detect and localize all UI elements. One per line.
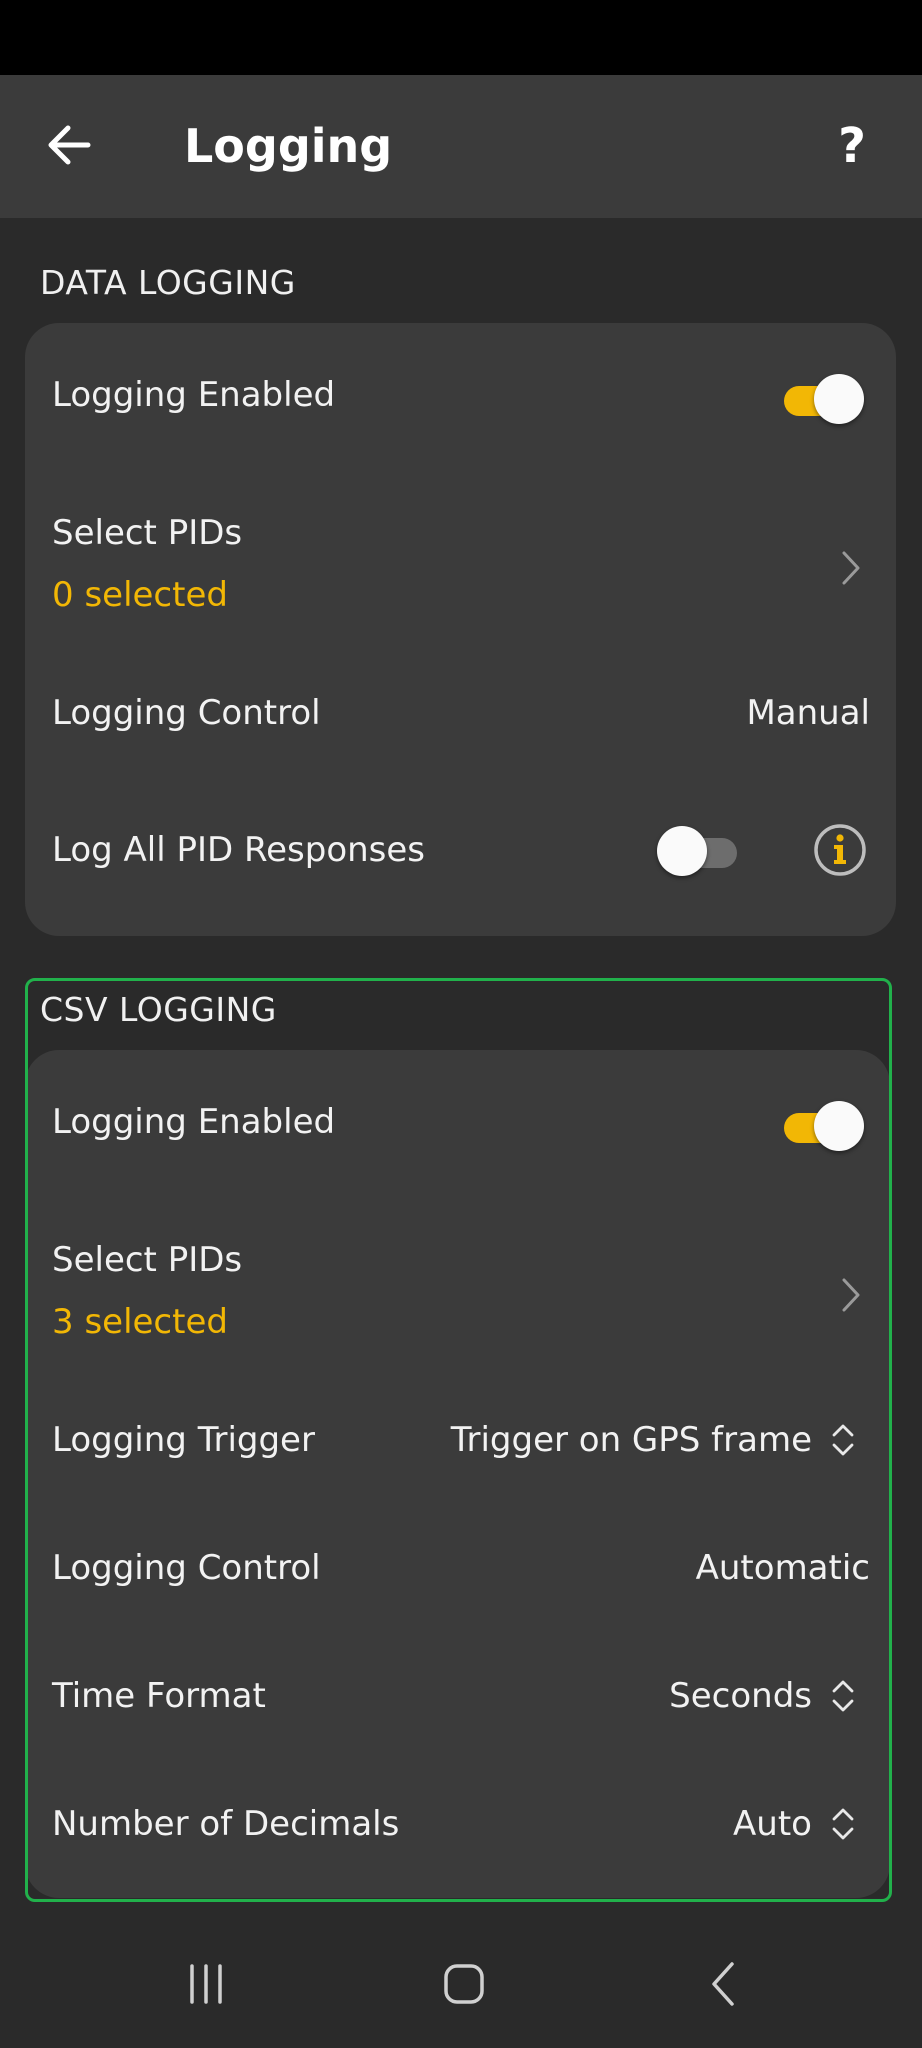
number-of-decimals-label: Number of Decimals xyxy=(52,1804,400,1844)
help-button[interactable]: ? xyxy=(822,111,882,181)
data-logging-enabled-toggle[interactable] xyxy=(780,374,864,424)
time-format-row[interactable]: Time Format Seconds xyxy=(25,1632,890,1760)
logging-trigger-value: Trigger on GPS frame xyxy=(450,1420,812,1460)
system-nav-bar xyxy=(0,1920,922,2048)
time-format-value: Seconds xyxy=(669,1676,812,1716)
chevron-up-down-icon xyxy=(832,1424,854,1456)
log-all-pid-responses-row[interactable]: Log All PID Responses xyxy=(25,786,896,936)
logging-enabled-label: Logging Enabled xyxy=(52,375,336,415)
logging-trigger-label: Logging Trigger xyxy=(52,1420,315,1460)
back-button[interactable] xyxy=(40,115,100,175)
number-of-decimals-row[interactable]: Number of Decimals Auto xyxy=(25,1760,890,1888)
select-pids-label: Select PIDs xyxy=(52,513,243,553)
system-back-button[interactable] xyxy=(684,1950,764,2020)
chevron-up-down-icon xyxy=(832,1808,854,1840)
section-header-csv-logging: CSV LOGGING xyxy=(40,990,277,1029)
home-button[interactable] xyxy=(424,1950,504,2020)
logging-enabled-label: Logging Enabled xyxy=(52,1102,336,1142)
home-icon xyxy=(444,1964,484,2004)
log-all-pid-responses-toggle[interactable] xyxy=(657,826,741,876)
chevron-up-down-icon xyxy=(832,1680,854,1712)
app-bar: Logging ? xyxy=(0,75,922,218)
chevron-right-icon xyxy=(842,551,860,585)
arrow-left-icon xyxy=(48,125,91,165)
logging-control-value: Automatic xyxy=(695,1548,870,1588)
csv-logging-card: Logging Enabled Select PIDs 3 selected L… xyxy=(25,1050,890,1898)
chevron-right-icon xyxy=(842,1278,860,1312)
select-pids-count: 0 selected xyxy=(52,575,228,615)
select-pids-count: 3 selected xyxy=(52,1302,228,1342)
recents-icon xyxy=(190,1964,222,2004)
logging-control-label: Logging Control xyxy=(52,693,321,733)
csv-select-pids-row[interactable]: Select PIDs 3 selected xyxy=(25,1188,890,1376)
number-of-decimals-value: Auto xyxy=(733,1804,812,1844)
logging-control-value: Manual xyxy=(746,693,870,733)
data-logging-control-row[interactable]: Logging Control Manual xyxy=(25,649,896,786)
logging-control-label: Logging Control xyxy=(52,1548,321,1588)
logging-trigger-row[interactable]: Logging Trigger Trigger on GPS frame xyxy=(25,1376,890,1504)
csv-logging-enabled-toggle[interactable] xyxy=(780,1101,864,1151)
page-title: Logging xyxy=(184,119,393,173)
time-format-label: Time Format xyxy=(52,1676,266,1716)
logging-screen: Logging ? DATA LOGGING Logging Enabled S… xyxy=(0,0,922,2048)
select-pids-label: Select PIDs xyxy=(52,1240,243,1280)
info-icon[interactable] xyxy=(813,823,867,877)
data-logging-card: Logging Enabled Select PIDs 0 selected L… xyxy=(25,323,896,936)
csv-logging-control-row[interactable]: Logging Control Automatic xyxy=(25,1504,890,1632)
section-header-data-logging: DATA LOGGING xyxy=(40,263,296,302)
log-all-pid-responses-label: Log All PID Responses xyxy=(52,830,426,870)
data-select-pids-row[interactable]: Select PIDs 0 selected xyxy=(25,461,896,649)
data-logging-enabled-row[interactable]: Logging Enabled xyxy=(25,323,896,461)
recents-button[interactable] xyxy=(166,1950,246,2020)
status-bar xyxy=(0,0,922,75)
csv-logging-enabled-row[interactable]: Logging Enabled xyxy=(25,1050,890,1188)
back-chevron-icon xyxy=(712,1962,734,2006)
